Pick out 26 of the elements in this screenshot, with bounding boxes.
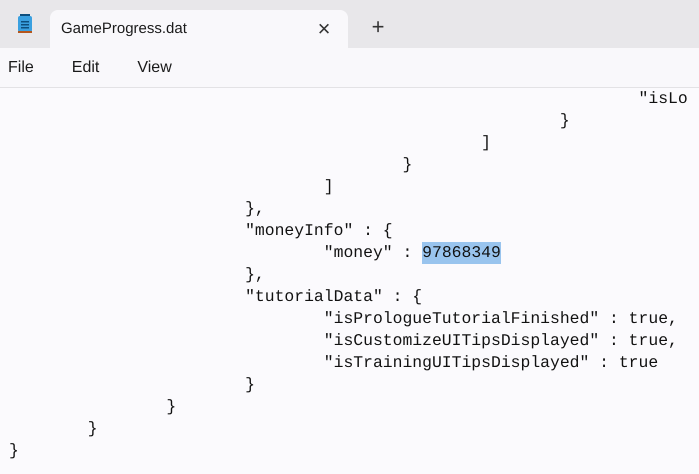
code-line: }, [244, 264, 265, 286]
menu-item[interactable]: Edit [64, 52, 108, 84]
code-line: ] [322, 176, 334, 198]
code-line: "isTrainingUITipsDisplayed" : true [322, 352, 658, 374]
code-line: "isCustomizeUITipsDisplayed" : true, [322, 330, 678, 352]
file-tab[interactable]: GameProgress.dat × [50, 10, 348, 48]
code-line: } [9, 440, 19, 462]
code-line: ] [480, 132, 491, 154]
tab-title: GameProgress.dat [61, 18, 188, 39]
code-line: "tutorialData" : { [244, 286, 422, 308]
close-button[interactable]: × [312, 17, 336, 41]
code-line: "money" : [322, 242, 414, 264]
selected-text: 97868349 [422, 242, 501, 264]
menu-item[interactable]: File [0, 52, 42, 84]
code-line: } [558, 110, 570, 132]
code-line: "isLo [638, 88, 688, 110]
code-line: "moneyInfo" : { [244, 220, 393, 242]
code-line: }, [244, 198, 265, 220]
new-tab-button[interactable]: + [364, 13, 392, 41]
code-line: } [165, 396, 176, 418]
code-line: "isPrologueTutorialFinished" : true, [322, 308, 678, 330]
code-line: } [244, 374, 255, 396]
code-line: } [86, 418, 98, 440]
menu-item[interactable]: View [129, 52, 180, 84]
code-line: } [401, 154, 412, 176]
notepad-icon [17, 14, 33, 34]
